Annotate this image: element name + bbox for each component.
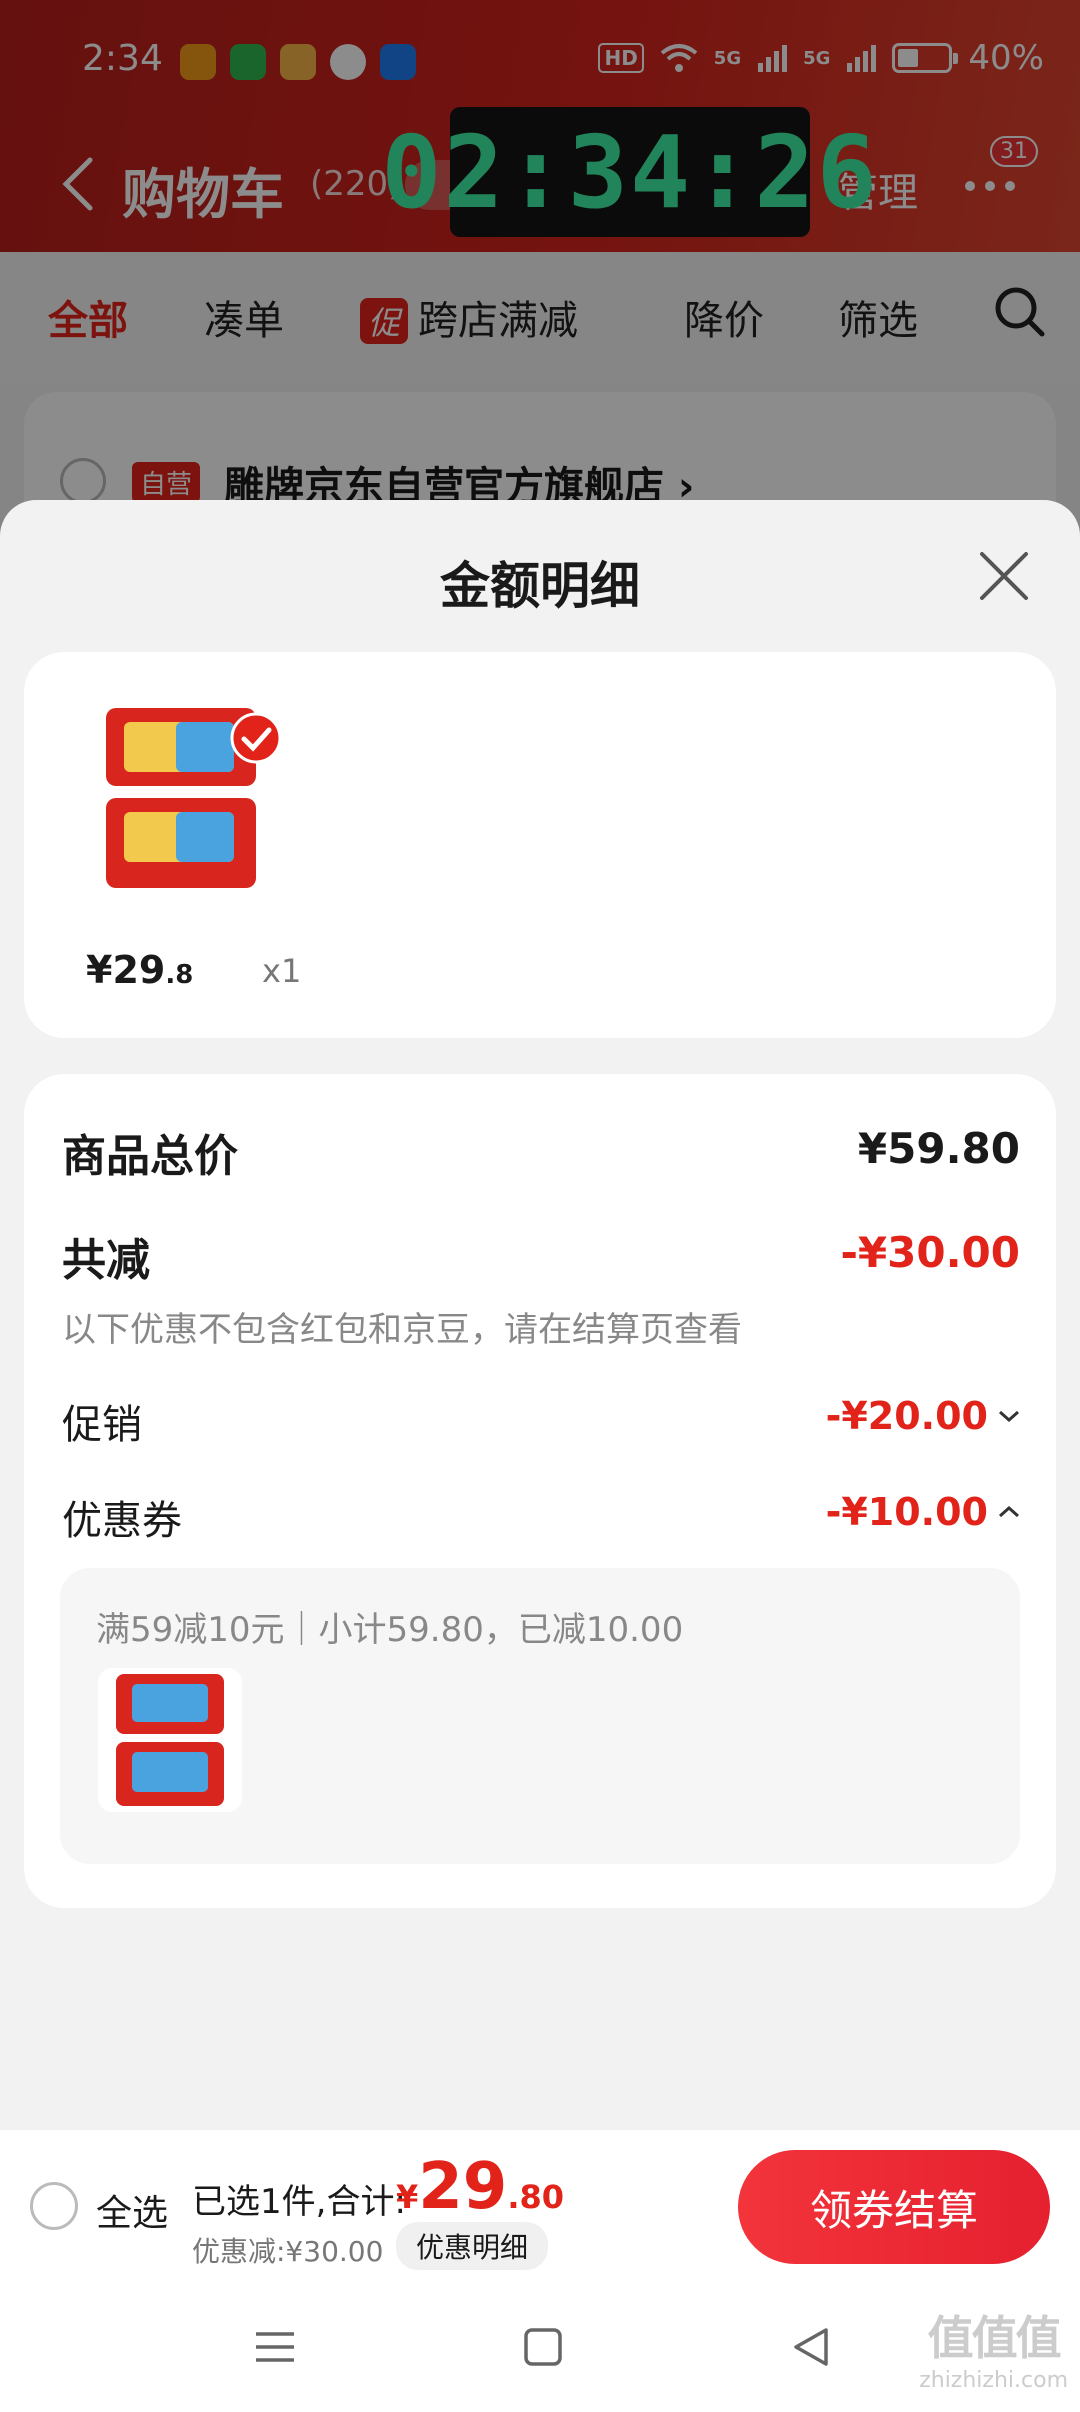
amount-detail-sheet: 金额明细 ¥29.8 x1 商品总价 ¥59.80 共减 -¥30.00 以下优… (0, 500, 1080, 2130)
promotion-value: -¥20.00 (825, 1394, 988, 1438)
discount-detail-button[interactable]: 优惠明细 (396, 2222, 549, 2270)
chevron-up-icon (999, 1505, 1019, 1518)
goods-total-value: ¥59.80 (857, 1124, 1020, 1173)
menu-icon[interactable] (250, 2322, 300, 2372)
system-nav-bar: 值值值 zhizhizhi.com (0, 2280, 1080, 2412)
watermark-text: 值值值 (927, 2311, 1062, 2365)
coupon-value: -¥10.00 (825, 1490, 988, 1534)
discount-summary: 优惠减:¥30.00 (192, 2235, 384, 2268)
coupon-detail-text: 满59减10元｜小计59.80，已减10.00 (96, 1610, 684, 1650)
chevron-down-icon (999, 1410, 1019, 1423)
select-all-label[interactable]: 全选 (96, 2184, 168, 2236)
total-discount-label: 共减 (62, 1235, 150, 1286)
checkout-bar: 全选 已选1件,合计: ¥29.80 优惠减:¥30.00 优惠明细 领券结算 (0, 2130, 1080, 2280)
coupon-row[interactable]: -¥10.00 (826, 1490, 1020, 1534)
checkout-button[interactable]: 领券结算 (738, 2150, 1050, 2264)
total-discount-value: -¥30.00 (840, 1228, 1020, 1277)
select-all-checkbox[interactable] (30, 2182, 78, 2230)
coupon-product-thumbnail[interactable] (98, 1668, 242, 1812)
back-nav-icon[interactable] (786, 2322, 836, 2372)
checked-icon (230, 712, 282, 764)
watermark-url: zhizhizhi.com (919, 2368, 1068, 2393)
discount-hint: 以下优惠不包含红包和京豆，请在结算页查看 (62, 1310, 742, 1350)
total-price: ¥29.80 (396, 2150, 565, 2224)
coupon-detail-box: 满59减10元｜小计59.80，已减10.00 (60, 1568, 1020, 1864)
home-icon[interactable] (518, 2322, 568, 2372)
price-summary-card: 商品总价 ¥59.80 共减 -¥30.00 以下优惠不包含红包和京豆，请在结算… (24, 1074, 1056, 1908)
sheet-title: 金额明细 (440, 557, 640, 615)
promotion-label: 促销 (62, 1402, 142, 1448)
watermark: 值值值 zhizhizhi.com (919, 2302, 1068, 2393)
item-price: ¥29.8 (86, 948, 194, 992)
goods-total-label: 商品总价 (62, 1131, 238, 1182)
close-icon[interactable] (978, 550, 1030, 602)
items-card: ¥29.8 x1 (24, 652, 1056, 1038)
item-quantity: x1 (262, 952, 302, 990)
promotion-row[interactable]: -¥20.00 (826, 1394, 1020, 1438)
selected-summary: 已选1件,合计: (192, 2182, 406, 2222)
coupon-label: 优惠券 (62, 1498, 182, 1544)
